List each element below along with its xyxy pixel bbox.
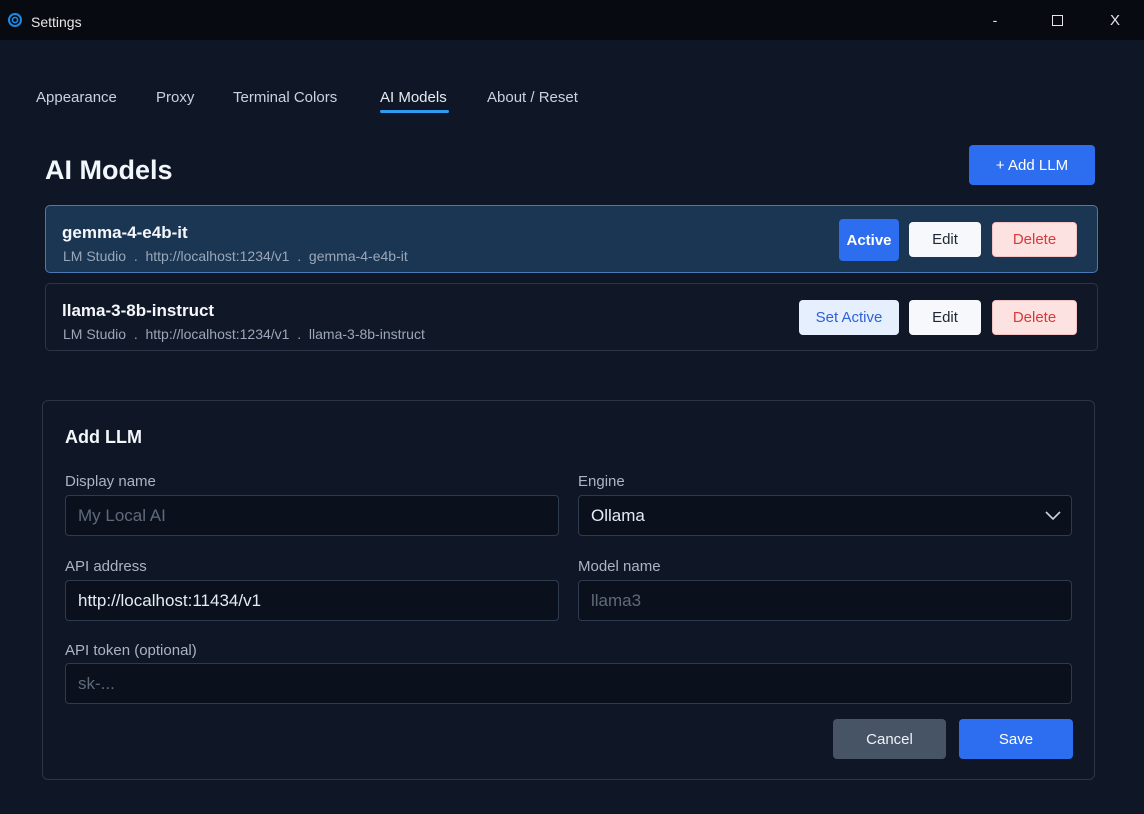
tab-appearance[interactable]: Appearance (36, 89, 117, 110)
edit-button[interactable]: Edit (909, 300, 981, 335)
model-name-label: Model name (578, 558, 661, 575)
model-card-llama: llama-3-8b-instruct LM Studio . http://l… (45, 283, 1098, 351)
page-title: AI Models (45, 155, 173, 185)
active-badge: Active (839, 219, 899, 261)
chevron-down-icon (1045, 511, 1061, 521)
engine-label: Engine (578, 473, 625, 490)
maximize-button[interactable] (1034, 0, 1080, 40)
set-active-button[interactable]: Set Active (799, 300, 899, 335)
cancel-button[interactable]: Cancel (833, 719, 946, 759)
display-name-label: Display name (65, 473, 156, 490)
delete-button[interactable]: Delete (992, 222, 1077, 257)
display-name-input[interactable] (65, 495, 559, 536)
api-token-input[interactable] (65, 663, 1072, 704)
engine-select[interactable]: Ollama (578, 495, 1072, 536)
tab-about-reset[interactable]: About / Reset (487, 89, 578, 110)
close-icon: X (1109, 11, 1120, 29)
window-title: Settings (31, 14, 82, 30)
engine-value: Ollama (591, 505, 645, 525)
close-button[interactable]: X (1092, 0, 1138, 40)
model-name: gemma-4-e4b-it (62, 223, 188, 242)
save-button[interactable]: Save (959, 719, 1073, 759)
maximize-icon (1051, 14, 1063, 26)
edit-button[interactable]: Edit (909, 222, 981, 257)
api-address-input[interactable] (65, 580, 559, 621)
api-address-label: API address (65, 558, 147, 575)
gear-icon (8, 13, 22, 27)
add-llm-form: Add LLM Display name Engine Ollama API a… (42, 400, 1095, 780)
model-meta: LM Studio . http://localhost:1234/v1 . g… (63, 248, 408, 264)
model-card-gemma: gemma-4-e4b-it LM Studio . http://localh… (45, 205, 1098, 273)
form-title: Add LLM (65, 427, 142, 447)
title-bar: Settings - X (0, 0, 1144, 40)
tab-terminal-colors[interactable]: Terminal Colors (233, 89, 337, 110)
tab-ai-models[interactable]: AI Models (380, 89, 449, 113)
tab-proxy[interactable]: Proxy (156, 89, 194, 110)
model-name: llama-3-8b-instruct (62, 301, 215, 320)
minimize-icon: - (992, 12, 998, 28)
api-token-label: API token (optional) (65, 642, 197, 659)
model-meta: LM Studio . http://localhost:1234/v1 . l… (63, 326, 425, 342)
add-llm-button[interactable]: + Add LLM (969, 145, 1095, 185)
model-name-input[interactable] (578, 580, 1072, 621)
delete-button[interactable]: Delete (992, 300, 1077, 335)
minimize-button[interactable]: - (972, 0, 1018, 40)
